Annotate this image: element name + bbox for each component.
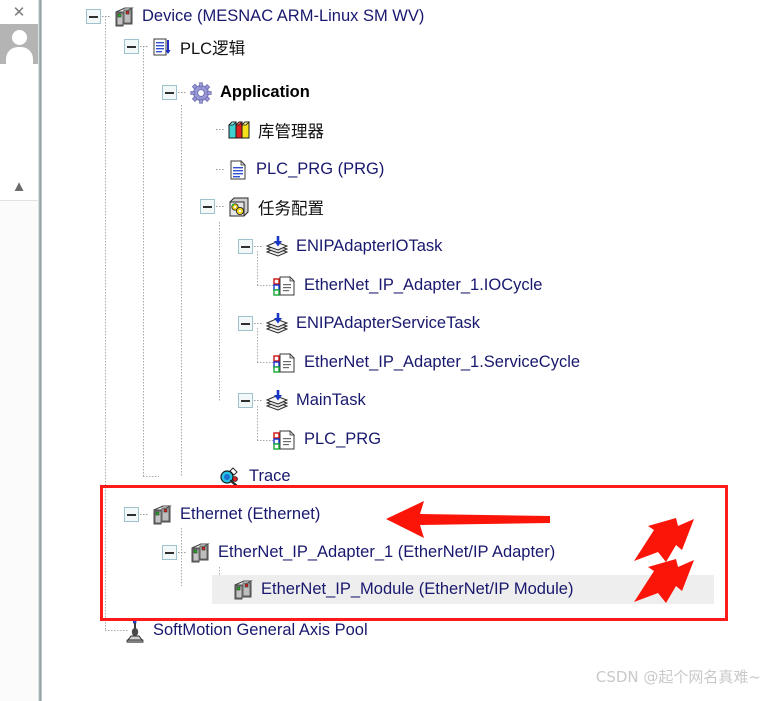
tree-row-io-cycle[interactable]: EtherNet_IP_Adapter_1.IOCycle [273,271,542,300]
tree-row-ethernet-ip-module[interactable]: EtherNet_IP_Module (EtherNet/IP Module) [212,575,714,604]
tree-hline-trace [143,476,159,477]
tree-row-label: PLC逻辑 [180,39,246,58]
tree-row-label: Trace [249,467,291,485]
tree-row-label: ENIPAdapterServiceTask [296,314,481,332]
tree-row-label: PLC_PRG [304,430,382,448]
tree-row-ethernet[interactable]: Ethernet (Ethernet) [124,500,320,529]
tree-row-label: 库管理器 [258,122,324,141]
tree-connector [216,206,225,207]
tree-hline-iocycle [257,285,273,286]
tree-row-label: EtherNet_IP_Adapter_1.IOCycle [304,276,543,294]
tree-row-label: EtherNet_IP_Adapter_1 (EtherNet/IP Adapt… [218,543,556,561]
tree-row-main-task[interactable]: MainTask [238,386,366,415]
expander-minus-icon[interactable] [124,39,139,54]
avatar-body [5,47,33,64]
tree-connector [216,169,225,170]
tree-row-label: PLC_PRG (PRG) [256,160,385,178]
expander-minus-icon[interactable] [200,199,215,214]
tree-row-plc-prg[interactable]: PLC_PRG (PRG) [200,155,384,184]
device-tree: Device (MESNAC ARM-Linux SM WV) PLC逻辑 Ap… [42,0,775,701]
axis-pool-icon [126,619,144,643]
task-call-icon [273,429,295,450]
tree-connector [102,16,111,17]
tree-row-label: 任务配置 [258,199,324,218]
tree-row-device[interactable]: Device (MESNAC ARM-Linux SM WV) [86,2,424,31]
chevron-up-icon[interactable]: ▲ [0,172,38,200]
tree-row-enip-adapter-service-task[interactable]: ENIPAdapterServiceTask [238,309,480,338]
tree-line-plc [143,46,144,476]
tree-row-application[interactable]: Application [162,78,310,107]
application-icon [190,81,212,104]
expander-minus-icon[interactable] [86,9,101,24]
left-sidebar: ✕ ▲ [0,0,38,701]
task-icon [265,389,289,411]
tree-row-label: EtherNet_IP_Adapter_1.ServiceCycle [304,353,581,371]
expander-minus-icon[interactable] [124,507,139,522]
csdn-watermark: CSDN @起个网名真难~ [595,668,761,686]
screenshot-root: ✕ ▲ Device (MESNAC ARM-Linux SM WV) PLC逻… [0,0,775,701]
tree-hline-svccycle [257,362,273,363]
tree-row-label: SoftMotion General Axis Pool [153,621,368,639]
tree-row-label: Device (MESNAC ARM-Linux SM WV) [142,7,425,25]
tree-connector [178,552,187,553]
close-icon[interactable]: ✕ [0,0,38,24]
pou-icon [230,159,246,179]
task-config-icon [229,197,249,216]
device-icon [153,505,172,524]
tree-row-main-task-plc-prg[interactable]: PLC_PRG [273,425,381,454]
tree-line-taskcfg [219,222,220,402]
tree-row-ethernet-ip-adapter[interactable]: EtherNet_IP_Adapter_1 (EtherNet/IP Adapt… [162,538,555,567]
expander-minus-icon[interactable] [238,239,253,254]
tree-row-trace[interactable]: Trace [218,462,291,491]
expander-minus-icon[interactable] [162,85,177,100]
tree-line-root [105,16,106,630]
tree-row-library-manager[interactable]: 库管理器 [200,115,324,144]
device-icon [191,543,210,562]
tree-row-plc-logic[interactable]: PLC逻辑 [124,32,245,61]
library-manager-icon [228,121,250,138]
tree-row-softmotion-axis-pool[interactable]: SoftMotion General Axis Pool [124,616,368,645]
tree-connector [178,92,187,93]
tree-hline-plcprg2 [257,440,273,441]
tree-row-label: Ethernet (Ethernet) [180,505,321,523]
avatar-icon[interactable] [0,24,38,64]
task-icon [265,312,289,334]
task-icon [265,235,289,257]
tree-connector [254,246,263,247]
tree-row-label: ENIPAdapterIOTask [296,237,443,255]
device-icon [115,7,134,26]
tree-line-app [181,105,182,476]
expander-minus-icon[interactable] [238,393,253,408]
tree-row-label: MainTask [296,391,366,409]
avatar-head [11,30,27,45]
tree-row-label: Application [220,83,310,101]
tree-connector [254,400,263,401]
expander-minus-icon[interactable] [238,316,253,331]
tree-connector [216,129,225,130]
tree-row-service-cycle[interactable]: EtherNet_IP_Adapter_1.ServiceCycle [273,348,580,377]
plc-logic-icon [153,38,171,55]
tree-connector [254,323,263,324]
device-icon [234,580,253,599]
tree-connector [140,514,149,515]
task-call-icon [273,352,295,373]
sidebar-lower-area [0,201,38,701]
tree-row-task-configuration[interactable]: 任务配置 [200,192,324,221]
trace-icon [220,466,239,487]
tree-row-enip-adapter-io-task[interactable]: ENIPAdapterIOTask [238,232,442,261]
expander-minus-icon[interactable] [162,545,177,560]
tree-row-label: EtherNet_IP_Module (EtherNet/IP Module) [261,580,574,598]
tree-connector [140,46,149,47]
task-call-icon [273,275,295,296]
